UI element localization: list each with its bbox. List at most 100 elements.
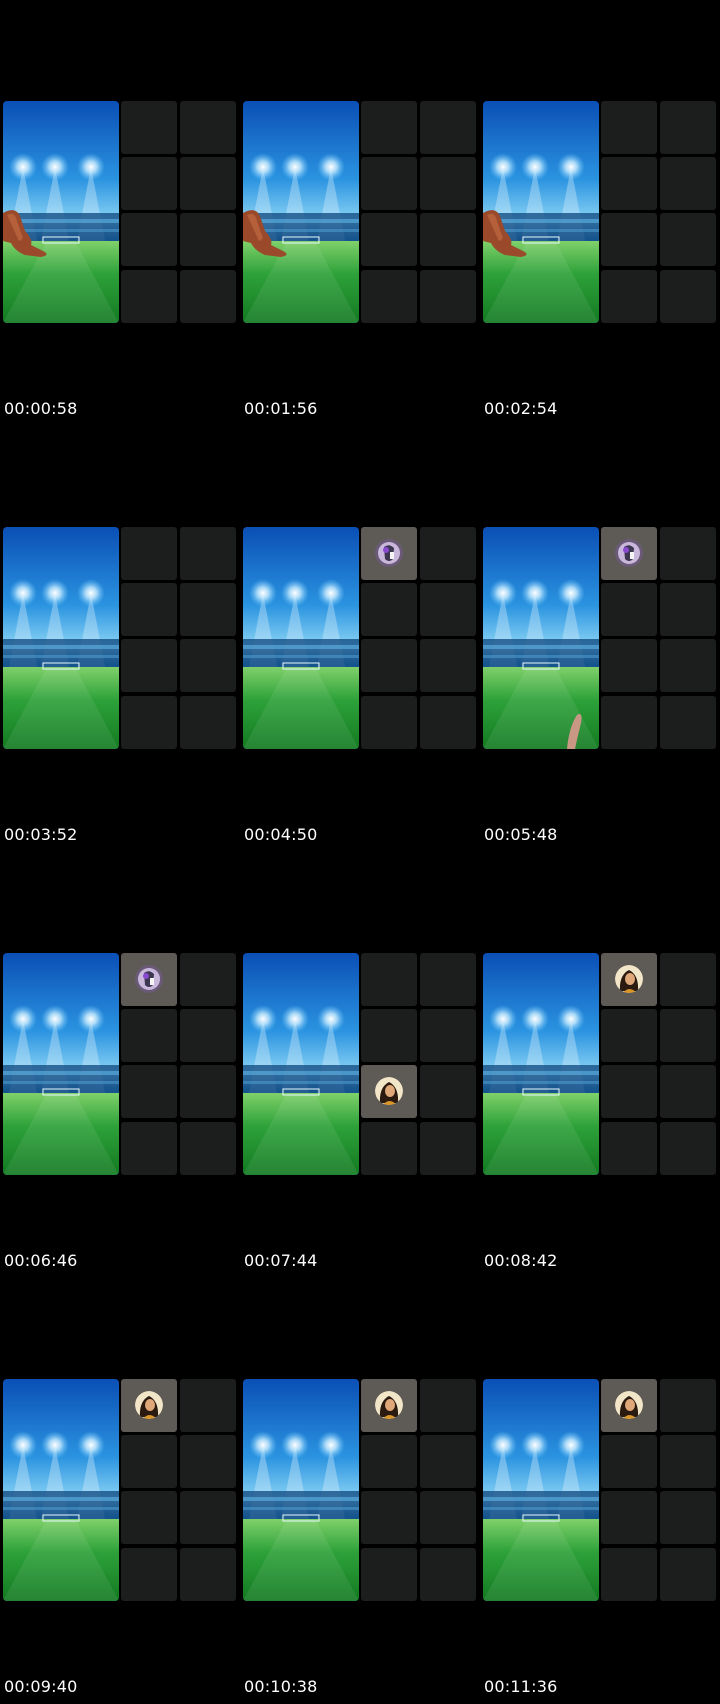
frame-timestamp: 00:02:54 (484, 399, 558, 418)
grid-slot (361, 639, 417, 692)
grid-slot (660, 157, 716, 210)
frame-timestamp: 00:00:58 (4, 399, 78, 418)
grid-slot (420, 527, 476, 580)
grid-slot (601, 1435, 657, 1488)
grid-slot (420, 639, 476, 692)
grid-slot (180, 213, 236, 266)
grid-slot (180, 1009, 236, 1062)
video-frame-thumbnail (243, 527, 479, 751)
grid-slot (180, 1122, 236, 1175)
grid-slot (601, 1009, 657, 1062)
video-frame-thumbnail (3, 953, 239, 1177)
grid-slot (420, 953, 476, 1006)
woman-avatar-icon (135, 1391, 163, 1419)
frame-timestamp: 00:06:46 (4, 1251, 78, 1270)
grid-slot (361, 1122, 417, 1175)
grid-slot (361, 527, 417, 580)
woman-avatar-icon (375, 1391, 403, 1419)
grid-slot (361, 1548, 417, 1601)
grid-slot (601, 583, 657, 636)
grid-slot (660, 953, 716, 1006)
grid-slot (601, 527, 657, 580)
grid-slot (180, 583, 236, 636)
grid-slot (361, 213, 417, 266)
grid-slot (361, 696, 417, 749)
grid-slot (660, 583, 716, 636)
grid-slot (420, 1009, 476, 1062)
frame-timestamp: 00:07:44 (244, 1251, 318, 1270)
grid-slot (180, 1065, 236, 1118)
grid-slot (601, 157, 657, 210)
video-frame-thumbnail (3, 101, 239, 325)
grid-slot (180, 1491, 236, 1544)
grid-slot (180, 639, 236, 692)
grid-slot (121, 101, 177, 154)
grid-slot (121, 270, 177, 323)
grid-slot (420, 696, 476, 749)
stadium-background (3, 101, 119, 323)
stadium-background (3, 527, 119, 749)
grid-slot (601, 696, 657, 749)
video-frame-thumbnail (483, 1379, 719, 1603)
grid-slot (121, 953, 177, 1006)
grid-slot (121, 1009, 177, 1062)
stadium-background (3, 1379, 119, 1601)
grid-slot (660, 1548, 716, 1601)
grid-slot (180, 157, 236, 210)
grid-slot (121, 527, 177, 580)
grid-slot (361, 1065, 417, 1118)
video-frame-thumbnail (483, 101, 719, 325)
grid-slot (601, 270, 657, 323)
grid-slot (660, 1435, 716, 1488)
grid-slot (180, 696, 236, 749)
grid-slot (601, 1379, 657, 1432)
purple-avatar-icon (375, 539, 403, 567)
grid-slot (660, 696, 716, 749)
grid-slot (660, 1491, 716, 1544)
stadium-background (483, 101, 599, 323)
grid-slot (420, 1491, 476, 1544)
frame-timestamp: 00:09:40 (4, 1677, 78, 1696)
grid-slot (660, 101, 716, 154)
frame-timestamp: 00:08:42 (484, 1251, 558, 1270)
purple-avatar-icon (615, 539, 643, 567)
stadium-background (243, 1379, 359, 1601)
grid-slot (180, 101, 236, 154)
grid-slot (121, 639, 177, 692)
grid-slot (361, 583, 417, 636)
grid-slot (420, 1548, 476, 1601)
video-frame-thumbnail (243, 1379, 479, 1603)
grid-slot (361, 1435, 417, 1488)
grid-slot (361, 157, 417, 210)
frame-timestamp: 00:03:52 (4, 825, 78, 844)
frame-timestamp: 00:05:48 (484, 825, 558, 844)
grid-slot (601, 953, 657, 1006)
video-frame-thumbnail (3, 1379, 239, 1603)
frame-timestamp: 00:04:50 (244, 825, 318, 844)
grid-slot (660, 527, 716, 580)
grid-slot (180, 1379, 236, 1432)
grid-slot (601, 1122, 657, 1175)
grid-slot (420, 101, 476, 154)
grid-slot (121, 157, 177, 210)
grid-slot (420, 1379, 476, 1432)
grid-slot (180, 270, 236, 323)
grid-slot (660, 1065, 716, 1118)
video-frame-thumbnail (483, 527, 719, 751)
grid-slot (361, 1491, 417, 1544)
stadium-background (243, 953, 359, 1175)
grid-slot (121, 583, 177, 636)
frame-timestamp: 00:10:38 (244, 1677, 318, 1696)
grid-slot (660, 1122, 716, 1175)
grid-slot (660, 639, 716, 692)
grid-slot (420, 1435, 476, 1488)
grid-slot (601, 101, 657, 154)
grid-slot (420, 583, 476, 636)
grid-slot (180, 527, 236, 580)
grid-slot (121, 696, 177, 749)
video-frame-thumbnail (3, 527, 239, 751)
grid-slot (660, 213, 716, 266)
grid-slot (420, 213, 476, 266)
frame-timestamp: 00:01:56 (244, 399, 318, 418)
stadium-background (243, 527, 359, 749)
